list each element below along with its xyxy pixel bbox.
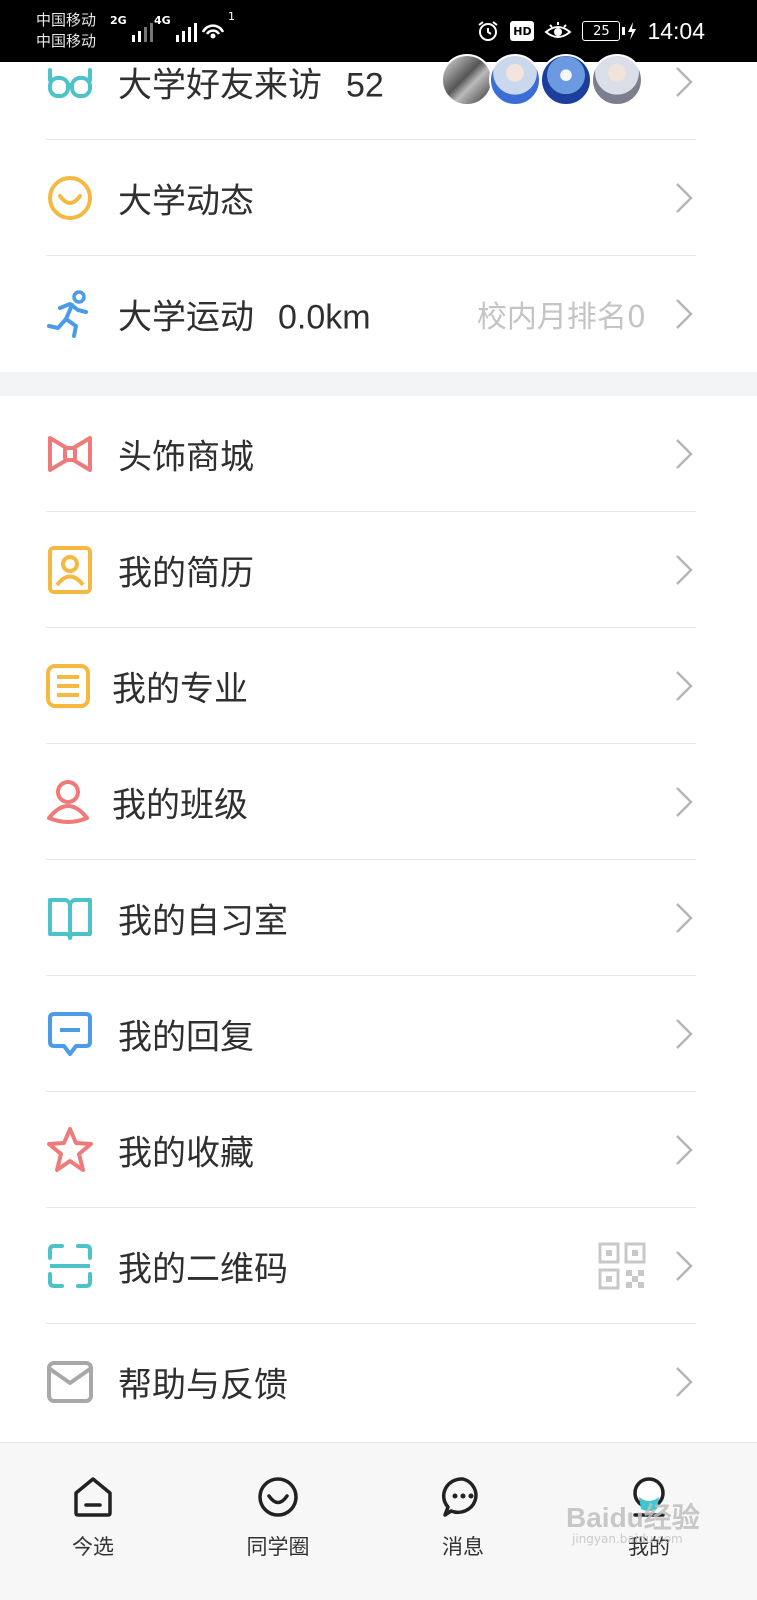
tab-label: 今选 (72, 1535, 114, 1559)
scan-icon (48, 1244, 92, 1288)
home-icon (74, 1477, 112, 1517)
hotspot-count: 1 (228, 10, 235, 23)
bow-icon (48, 436, 92, 472)
dynamics-label: 大学动态 (118, 181, 254, 222)
chevron-right-icon (676, 1135, 693, 1165)
friend-visits-count: 52 (346, 66, 384, 105)
menu-item-major[interactable]: 我的专业 (0, 628, 742, 744)
sports-label: 大学运动 0.0km (118, 297, 371, 338)
avatar (591, 54, 643, 106)
friend-visits-label: 大学好友来访 52 (118, 65, 384, 106)
smile-circle-icon (258, 1477, 298, 1517)
section-gap (0, 372, 757, 396)
tab-label: 消息 (442, 1535, 484, 1559)
major-icon (46, 664, 90, 708)
mail-icon (47, 1361, 93, 1403)
chat-bubble-icon (441, 1477, 478, 1517)
menu-item-label: 我的二维码 (118, 1249, 288, 1290)
avatar (540, 54, 592, 106)
menu-item-help-feedback[interactable]: 帮助与反馈 (0, 1324, 742, 1440)
visitor-avatars[interactable] (441, 54, 651, 110)
menu-item-label: 我的收藏 (118, 1133, 254, 1174)
resume-icon (48, 546, 92, 594)
chevron-right-icon (676, 1019, 693, 1049)
reply-icon (48, 1012, 92, 1056)
friend-visits-row[interactable]: 大学好友来访 52 (0, 24, 742, 140)
menu-item-label: 头饰商城 (118, 437, 254, 478)
tab-today-picks[interactable]: 今选 (28, 1443, 158, 1600)
menu-item-class[interactable]: 我的班级 (0, 744, 742, 860)
avatar (489, 54, 541, 106)
tab-messages[interactable]: 消息 (398, 1443, 528, 1600)
chevron-right-icon (676, 67, 693, 97)
menu-item-label: 我的班级 (112, 785, 248, 826)
avatar (441, 54, 493, 106)
chevron-right-icon (676, 299, 693, 329)
menu-item-qrcode[interactable]: 我的二维码 (0, 1208, 742, 1324)
chevron-right-icon (676, 183, 693, 213)
menu-item-label: 帮助与反馈 (118, 1365, 288, 1406)
watermark-url: jingyan.baidu.com (572, 1532, 683, 1546)
menu-item-label: 我的回复 (118, 1017, 254, 1058)
book-icon (48, 898, 92, 940)
tab-classmates-circle[interactable]: 同学圈 (213, 1443, 343, 1600)
chevron-right-icon (676, 1251, 693, 1281)
menu-item-label: 我的自习室 (118, 901, 288, 942)
chevron-right-icon (676, 555, 693, 585)
star-icon (47, 1127, 93, 1172)
chevron-right-icon (676, 439, 693, 469)
watermark-brand: Baidu经验 (566, 1502, 700, 1533)
menu-item-favorites[interactable]: 我的收藏 (0, 1092, 742, 1208)
tab-label: 同学圈 (246, 1535, 310, 1559)
sports-distance: 0.0km (278, 298, 371, 337)
menu-item-replies[interactable]: 我的回复 (0, 976, 742, 1092)
class-person-icon (47, 780, 89, 824)
menu-item-headwear-shop[interactable]: 头饰商城 (0, 396, 742, 512)
chevron-right-icon (676, 1367, 693, 1397)
chevron-right-icon (676, 787, 693, 817)
runner-icon (47, 290, 88, 338)
menu-item-resume[interactable]: 我的简历 (0, 512, 742, 628)
menu-item-label: 我的简历 (118, 553, 254, 594)
chevron-right-icon (676, 903, 693, 933)
qrcode-icon[interactable] (598, 1242, 646, 1290)
chevron-right-icon (676, 671, 693, 701)
smile-icon (48, 176, 92, 220)
sports-row[interactable]: 大学运动 0.0km 校内月排名0 (0, 256, 742, 372)
menu-item-label: 我的专业 (112, 669, 248, 710)
campus-rank-text: 校内月排名0 (476, 300, 646, 335)
menu-item-study-room[interactable]: 我的自习室 (0, 860, 742, 976)
glasses-icon (48, 68, 92, 98)
dynamics-row[interactable]: 大学动态 (0, 140, 742, 256)
